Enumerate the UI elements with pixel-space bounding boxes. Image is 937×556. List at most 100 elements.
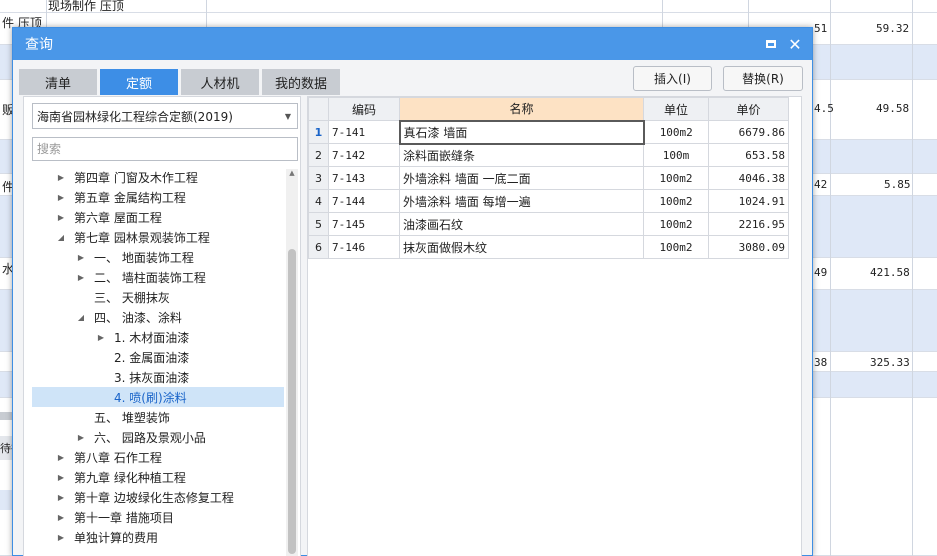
row-number[interactable]: 4: [308, 189, 329, 213]
tree-item[interactable]: 3. 抹灰面油漆: [32, 367, 284, 387]
cell-price[interactable]: 3080.09: [708, 235, 789, 259]
tree-item-label: 第九章 绿化种植工程: [74, 470, 186, 485]
tree-item[interactable]: ▶ 第十章 边坡绿化生态修复工程: [32, 487, 284, 507]
search-input[interactable]: [32, 137, 298, 161]
cell-unit[interactable]: 100m2: [643, 189, 709, 213]
cell-code[interactable]: 7-142: [328, 143, 400, 167]
library-select-value: 海南省园林绿化工程综合定额(2019): [37, 109, 233, 124]
tree-scrollbar[interactable]: ▲ ▼: [286, 169, 298, 556]
expand-caret-icon[interactable]: ▶: [54, 213, 68, 222]
cell-name[interactable]: 外墙涂料 墙面 每增一遍: [399, 189, 644, 213]
cell-name[interactable]: 外墙涂料 墙面 一底二面: [399, 166, 644, 190]
bg-cell-value: 42: [814, 178, 828, 191]
cell-unit[interactable]: 100m2: [643, 212, 709, 236]
cell-name[interactable]: 抹灰面做假木纹: [399, 235, 644, 259]
cell-code[interactable]: 7-145: [328, 212, 400, 236]
expand-caret-icon[interactable]: ▶: [54, 513, 68, 522]
table-row[interactable]: 3 7-143 外墙涂料 墙面 一底二面 100m2 4046.38: [308, 166, 789, 190]
tree-item[interactable]: ▶ 六、 园路及景观小品: [32, 427, 284, 447]
cell-unit[interactable]: 100m2: [643, 235, 709, 259]
expand-caret-icon[interactable]: ▶: [54, 173, 68, 182]
expand-caret-icon[interactable]: ▶: [54, 473, 68, 482]
library-select[interactable]: 海南省园林绿化工程综合定额(2019) ▼: [32, 103, 298, 129]
header-price[interactable]: 单价: [708, 97, 789, 121]
tree-item[interactable]: ▶ 第十一章 措施项目: [32, 507, 284, 527]
expand-caret-icon[interactable]: ▶: [94, 333, 108, 342]
expand-caret-icon[interactable]: ▶: [74, 433, 88, 442]
bg-cell-value: 49.58: [876, 102, 910, 115]
bg-cell-value: 51: [814, 22, 828, 35]
expand-caret-icon[interactable]: ▶: [54, 453, 68, 462]
cell-unit[interactable]: 100m2: [643, 166, 709, 190]
quota-tree-panel: 海南省园林绿化工程综合定额(2019) ▼ ▶ 第四章 门窗及木作工程 ▶ 第五章 金…: [23, 96, 301, 556]
bg-cell-value: 421.58: [870, 266, 910, 279]
tree-item[interactable]: ▶ 第六章 屋面工程: [32, 207, 284, 227]
tree-item[interactable]: ▶ 第八章 石作工程: [32, 447, 284, 467]
cell-name[interactable]: 涂料面嵌缝条: [399, 143, 644, 167]
tree-item[interactable]: ▶ 单独计算的费用: [32, 527, 284, 547]
bg-cell-value: 5.85: [884, 178, 911, 191]
row-number[interactable]: 1: [308, 120, 329, 144]
collapse-caret-icon[interactable]: ◢: [74, 313, 88, 322]
tree-item[interactable]: ▶ 第四章 门窗及木作工程: [32, 167, 284, 187]
scroll-up-icon[interactable]: ▲: [286, 169, 298, 177]
close-icon[interactable]: ✕: [786, 35, 804, 54]
tree-item-label: 3. 抹灰面油漆: [114, 370, 190, 385]
tree-item[interactable]: ◢ 四、 油漆、涂料: [32, 307, 284, 327]
cell-price[interactable]: 1024.91: [708, 189, 789, 213]
tree-item[interactable]: ▶ 一、 地面装饰工程: [32, 247, 284, 267]
tree-item[interactable]: 三、 天棚抹灰: [32, 287, 284, 307]
scrollbar-thumb[interactable]: [288, 249, 296, 554]
cell-unit[interactable]: 100m2: [643, 120, 709, 144]
cell-code[interactable]: 7-141: [328, 120, 400, 144]
tab-labor-material-machine[interactable]: 人材机: [181, 69, 259, 95]
header-unit[interactable]: 单位: [643, 97, 709, 121]
dialog-titlebar[interactable]: 查询 ✕: [13, 28, 812, 60]
tree-item[interactable]: 五、 堆塑装饰: [32, 407, 284, 427]
tree-item[interactable]: ◢ 第七章 园林景观装饰工程: [32, 227, 284, 247]
table-row[interactable]: 6 7-146 抹灰面做假木纹 100m2 3080.09: [308, 235, 789, 259]
maximize-icon[interactable]: [762, 35, 780, 53]
tab-quota[interactable]: 定额: [100, 69, 178, 95]
row-number[interactable]: 5: [308, 212, 329, 236]
expand-caret-icon[interactable]: ▶: [74, 253, 88, 262]
header-name[interactable]: 名称: [399, 97, 644, 121]
cell-price[interactable]: 2216.95: [708, 212, 789, 236]
tree-item[interactable]: 4. 喷(刷)涂料: [32, 387, 284, 407]
replace-button[interactable]: 替换(R): [723, 66, 803, 91]
cell-code[interactable]: 7-146: [328, 235, 400, 259]
table-row[interactable]: 4 7-144 外墙涂料 墙面 每增一遍 100m2 1024.91: [308, 189, 789, 213]
tree-item[interactable]: 2. 金属面油漆: [32, 347, 284, 367]
cell-code[interactable]: 7-144: [328, 189, 400, 213]
tab-list[interactable]: 清单: [19, 69, 97, 95]
cell-price[interactable]: 4046.38: [708, 166, 789, 190]
bg-cell-value: 38: [814, 356, 828, 369]
row-number[interactable]: 3: [308, 166, 329, 190]
collapse-caret-icon[interactable]: ◢: [54, 233, 68, 242]
bg-row-top: [0, 0, 937, 13]
table-row[interactable]: 2 7-142 涂料面嵌缝条 100m 653.58: [308, 143, 789, 167]
expand-caret-icon[interactable]: ▶: [54, 533, 68, 542]
tree-item[interactable]: ▶ 1. 木材面油漆: [32, 327, 284, 347]
tree-item[interactable]: ▶ 第五章 金属结构工程: [32, 187, 284, 207]
cell-price[interactable]: 6679.86: [708, 120, 789, 144]
cell-price[interactable]: 653.58: [708, 143, 789, 167]
table-row[interactable]: 1 7-141 真石漆 墙面 100m2 6679.86: [308, 119, 789, 145]
row-number[interactable]: 6: [308, 235, 329, 259]
tree-item-label: 二、 墙柱面装饰工程: [94, 270, 206, 285]
table-row[interactable]: 5 7-145 油漆画石纹 100m2 2216.95: [308, 212, 789, 236]
expand-caret-icon[interactable]: ▶: [54, 193, 68, 202]
header-code[interactable]: 编码: [328, 97, 400, 121]
row-number[interactable]: 2: [308, 143, 329, 167]
cell-unit[interactable]: 100m: [643, 143, 709, 167]
expand-caret-icon[interactable]: ▶: [54, 493, 68, 502]
insert-button[interactable]: 插入(I): [633, 66, 712, 91]
tree-item[interactable]: ▶ 二、 墙柱面装饰工程: [32, 267, 284, 287]
cell-code[interactable]: 7-143: [328, 166, 400, 190]
cell-name[interactable]: 油漆画石纹: [399, 212, 644, 236]
tree-item[interactable]: ▶ 第九章 绿化种植工程: [32, 467, 284, 487]
expand-caret-icon[interactable]: ▶: [74, 273, 88, 282]
bg-cell-value: 325.33: [870, 356, 910, 369]
tab-my-data[interactable]: 我的数据: [262, 69, 340, 95]
cell-name[interactable]: 真石漆 墙面: [398, 119, 645, 145]
